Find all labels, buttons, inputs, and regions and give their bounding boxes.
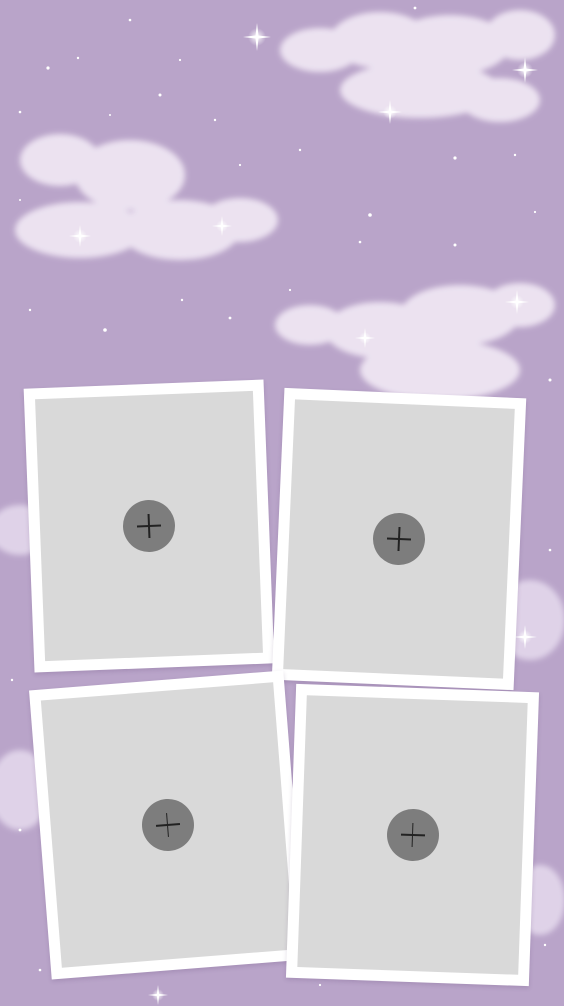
photo-slot-1[interactable] — [35, 390, 263, 662]
plus-icon[interactable] — [122, 499, 176, 553]
photo-slot-2[interactable] — [283, 399, 515, 679]
cloud-left — [15, 134, 278, 260]
photo-slot-4[interactable] — [297, 695, 528, 975]
plus-icon[interactable] — [385, 808, 440, 862]
photo-frame-3 — [29, 670, 306, 980]
plus-icon[interactable] — [371, 511, 427, 567]
photo-frame-2 — [271, 387, 527, 691]
cloud-top-right — [280, 10, 555, 122]
photo-frame-1 — [23, 379, 275, 673]
plus-icon[interactable] — [139, 797, 196, 853]
photo-slot-3[interactable] — [40, 682, 295, 968]
photo-frame-4 — [285, 683, 540, 987]
